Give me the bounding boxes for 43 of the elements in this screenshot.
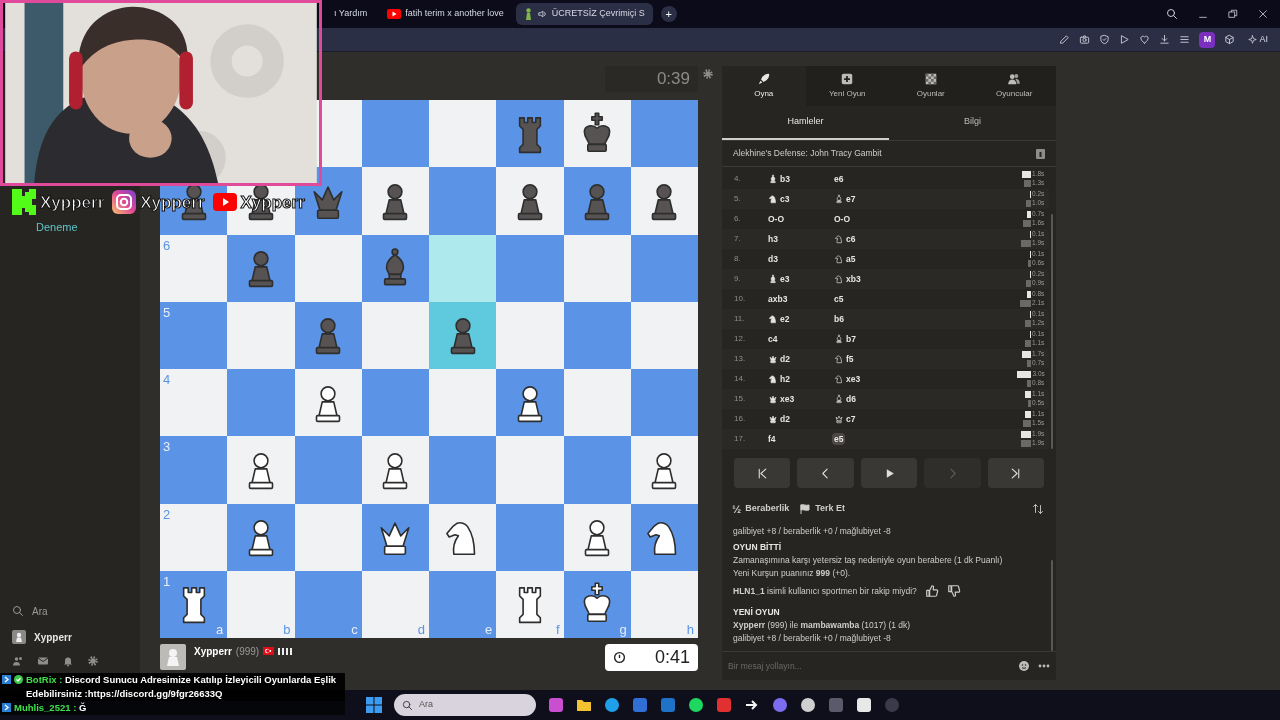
move-number: 6. <box>734 213 742 225</box>
opening-name: Alekhine's Defense: John Tracy Gambit <box>733 147 883 160</box>
chat-message: Yeni Kurşun puanınız 999 (+0). <box>733 567 852 579</box>
chat-message: galibiyet +8 / beraberlik +0 / mağlubiyet -8 <box>733 632 892 644</box>
move-number: 5. <box>734 193 742 205</box>
chat-message: Muhlis_2521 : Ğ <box>14 701 87 715</box>
file-label: g <box>619 623 627 636</box>
file-label: f <box>555 623 560 636</box>
file-label: h <box>686 623 694 636</box>
move-number: 12. <box>734 333 747 345</box>
rank-label: 4 <box>163 373 171 386</box>
file-label: a <box>216 623 224 636</box>
move-number: 13. <box>734 353 747 365</box>
move-number: 16. <box>734 413 747 425</box>
move-number: 4. <box>734 173 742 185</box>
chat-message: Zamanaşımına karşı yetersiz taş nedeniyle oyun berabere (1 dk Puanlı) <box>733 554 1004 566</box>
chat-heading: YENİ OYUN <box>733 606 781 618</box>
rank-label: 6 <box>163 238 171 252</box>
chat-heading: OYUN BİTTİ <box>733 541 783 553</box>
player-clock: 0:41 <box>605 644 698 671</box>
file-label: c <box>351 623 358 636</box>
rank-label: 3 <box>163 440 171 454</box>
chat-message: Xypperr (999) ile mambawamba (1017) (1 dk) <box>733 619 912 631</box>
move-number: 10. <box>734 293 747 305</box>
move-number: 17. <box>734 433 747 445</box>
rank-label: 1 <box>163 574 171 588</box>
move-number: 9. <box>734 273 742 285</box>
move-number: 11. <box>734 313 746 325</box>
file-label: b <box>283 623 291 636</box>
move-number: 14. <box>734 373 747 385</box>
move-number: 8. <box>734 253 742 265</box>
move-number: 7. <box>734 233 742 245</box>
chat-message: BotRix : Discord Sunucu Adresimize Katılıp İzleyicili Oyunlarda Eşlik Edebilirsiniz :https://discord.gg/9fgr26633Q <box>26 673 338 701</box>
file-label: d <box>417 623 425 636</box>
player-rating: (999) <box>235 644 260 659</box>
chat-message: galibiyet +8 / beraberlik +0 / mağlubiyet -8 <box>733 525 892 537</box>
rank-label: 5 <box>163 305 171 319</box>
opponent-clock: 0:39 <box>605 66 698 92</box>
move-number: 15. <box>734 393 747 405</box>
chat-message: HLN1_1 isimli kullanıcı sportmen bir rakip miydi? <box>733 585 917 597</box>
handle-text: Xypperr <box>40 193 105 211</box>
rank-label: 2 <box>163 507 171 521</box>
file-label: e <box>485 623 493 636</box>
